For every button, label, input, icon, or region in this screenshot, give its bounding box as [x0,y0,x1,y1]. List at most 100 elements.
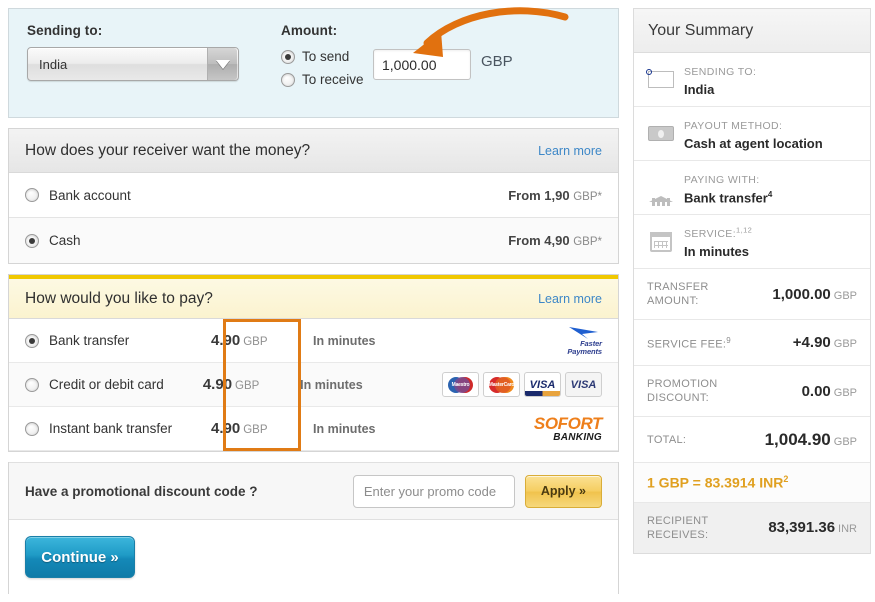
receiver-learn-more-link[interactable]: Learn more [538,144,602,158]
india-flag-icon [646,69,676,88]
payment-option-card-label: Credit or debit card [49,377,164,392]
summary-recipient-receives-row: RECIPIENT RECEIVES: 83,391.36 INR [634,502,870,553]
payment-option-instant-time: In minutes [313,421,376,436]
receiver-option-bank-account[interactable]: Bank account From 1,90 GBP* [9,173,618,218]
summary-sending-to-caption: SENDING TO: [684,66,757,78]
amount-input[interactable] [373,49,471,80]
visa-electron-label: VISA [570,378,597,391]
continue-button[interactable]: Continue » [25,536,135,578]
receiver-option-bank-label: Bank account [49,187,131,203]
maestro-logo-icon: Maestro [442,372,480,397]
summary-service-fee-caption: SERVICE FEE:9 [647,336,731,351]
exchange-rate-value: 1 GBP = 83.3914 INR [647,474,784,491]
summary-paying-with-caption: PAYING WITH: [684,174,760,186]
summary-transfer-amount-value: 1,000.00 GBP [772,285,857,303]
receiver-option-bank-price: From 1,90 GBP* [508,187,602,203]
continue-row: Continue » [9,520,618,594]
promo-and-continue-panel: Have a promotional discount code ? Apply… [8,462,619,594]
exchange-rate-row: 1 GBP = 83.3914 INR2 [634,463,870,503]
payment-option-instant-bank[interactable]: Instant bank transfer 4.90 GBP In minutes… [9,407,618,451]
faster-payments-logo-icon: Faster Payments [567,325,602,356]
chevron-down-icon[interactable] [207,48,237,80]
radio-to-send[interactable]: To send [281,49,373,64]
sending-to-group: Sending to: India [27,23,259,81]
transfer-quote-page: Sending to: India Amount: To send To rec… [0,0,875,602]
summary-item-payout-method: PAYOUT METHOD: Cash at agent location [634,107,870,161]
summary-promotion-discount-row: PROMOTION DISCOUNT: 0.00 GBP [634,366,870,418]
summary-panel: Your Summary SENDING TO: India PAYOUT ME… [633,8,871,554]
payment-section-title: How would you like to pay? [25,289,213,307]
mastercard-label: MasterCard [488,381,515,388]
amount-currency-label: GBP [481,53,513,70]
payment-learn-more-link[interactable]: Learn more [538,292,602,306]
summary-sending-to-value: India [684,82,715,97]
payment-option-bank-transfer[interactable]: Bank transfer 4.90 GBP In minutes Faster … [9,319,618,363]
receiver-option-cash-price: From 4,90 GBP* [508,233,602,248]
maestro-label: Maestro [451,381,470,388]
summary-service-fee-row: SERVICE FEE:9 +4.90 GBP [634,320,870,367]
radio-to-receive-label: To receive [302,72,364,87]
summary-item-paying-with: PAYING WITH: Bank transfer4 [634,161,870,216]
payment-option-bank-time: In minutes [313,333,376,348]
radio-to-send-dot[interactable] [281,49,295,64]
visa-logo-icon: VISA [524,372,562,397]
payment-option-card-time: In minutes [300,377,363,392]
mastercard-logo-icon: MasterCard [483,372,521,397]
promo-code-row: Have a promotional discount code ? Apply… [9,462,618,520]
summary-promotion-discount-caption: PROMOTION DISCOUNT: [647,378,718,405]
payment-option-card-fee: 4.90 GBP [202,376,260,393]
country-select-value: India [39,56,68,72]
summary-recipient-caption: RECIPIENT RECEIVES: [647,514,709,541]
radio-to-receive[interactable]: To receive [281,72,373,87]
summary-transfer-amount-caption: TRANSFER AMOUNT: [647,281,709,308]
receiver-option-bank-radio[interactable] [25,188,39,202]
summary-header: Your Summary [634,9,870,53]
country-select[interactable]: India [27,47,239,81]
payment-option-instant-radio[interactable] [25,421,39,436]
payment-option-card[interactable]: Credit or debit card 4.90 GBP In minutes … [9,363,618,407]
payment-option-card-radio[interactable] [25,377,39,392]
summary-payout-caption: PAYOUT METHOD: [684,120,783,132]
main-form-column: Sending to: India Amount: To send To rec… [8,7,619,594]
radio-to-receive-dot[interactable] [281,72,295,87]
summary-service-caption: SERVICE:1,12 [684,225,753,241]
sofort-banking-label: BANKING [553,431,602,443]
summary-item-service: SERVICE:1,12 In minutes [634,215,870,270]
summary-total-caption: TOTAL: [647,433,687,446]
apply-promo-button[interactable]: Apply » [524,474,602,508]
receiver-option-cash-label: Cash [49,233,81,248]
summary-title: Your Summary [648,21,754,39]
radio-to-send-label: To send [302,49,350,64]
promo-code-input[interactable] [352,474,515,508]
receiver-section-title: How does your receiver want the money? [25,141,311,159]
visa-label: VISA [529,378,556,391]
summary-recipient-value: 83,391.36 INR [768,519,857,537]
faster-payments-arrow-icon [569,327,598,339]
summary-transfer-amount-row: TRANSFER AMOUNT: 1,000.00 GBP [634,269,870,321]
calendar-icon [646,231,676,252]
amount-label: Amount: [281,23,338,38]
receiver-option-cash-radio[interactable] [25,233,39,248]
payment-option-instant-fee: 4.90 GBP [211,420,268,437]
payment-option-bank-label: Bank transfer [49,333,130,348]
payment-option-bank-fee: 4.90 GBP [211,332,268,349]
summary-total-row: TOTAL: 1,004.90 GBP [634,417,870,464]
sending-amount-panel: Sending to: India Amount: To send To rec… [8,7,619,118]
sofort-logo-icon: SOFORT BANKING [533,413,603,443]
summary-service-fee-value: +4.90 GBP [792,334,857,352]
amount-direction-radios: To send To receive [281,47,373,95]
summary-paying-with-value: Bank transfer4 [684,190,773,206]
visa-electron-logo-icon: VISA [565,372,603,397]
receiver-option-cash[interactable]: Cash From 4,90 GBP* [9,218,618,263]
sofort-label: SOFORT [533,413,603,433]
bank-icon [646,178,676,206]
cash-note-icon [646,126,676,141]
amount-group: Amount: To send To receive GBP [281,7,600,95]
payment-option-bank-radio[interactable] [25,333,39,348]
sending-to-label: Sending to: [27,23,103,38]
exchange-rate-footnote: 2 [783,474,789,485]
summary-total-value: 1,004.90 GBP [764,429,857,449]
summary-service-value: In minutes [684,244,750,260]
payment-method-section: How would you like to pay? Learn more Ba… [8,274,619,452]
promo-question-label: Have a promotional discount code ? [25,483,258,499]
